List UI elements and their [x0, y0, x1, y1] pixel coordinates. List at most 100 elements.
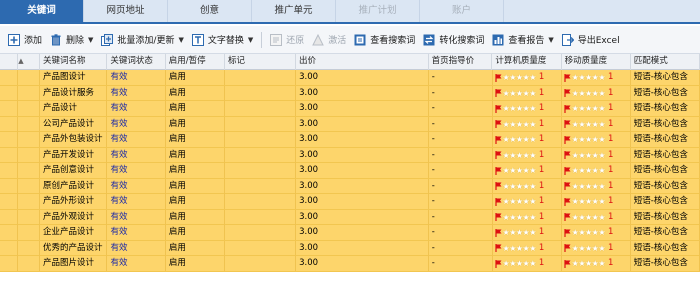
mark-value[interactable] — [225, 101, 297, 116]
keyword-name[interactable]: 公司产品设计 — [40, 116, 108, 132]
match-mode-value[interactable]: 短语-核心包含 — [631, 256, 700, 271]
activate-button[interactable]: 激活 — [308, 29, 350, 51]
table-row[interactable]: 企业产品设计 有效 启用 3.00- ★★★★★ 1 ★★★★★ 1 短语-核心包含 — [0, 225, 700, 241]
convert-search-terms-button[interactable]: 转化搜索词 — [419, 29, 488, 51]
bid-value[interactable]: 3.00 — [296, 178, 429, 194]
delete-button[interactable]: 删除 ▼ — [46, 29, 97, 51]
enable-pause-value[interactable]: 启用 — [166, 85, 226, 101]
enable-pause-value[interactable]: 启用 — [166, 194, 226, 209]
enable-pause-value[interactable]: 启用 — [166, 256, 226, 271]
keyword-name[interactable]: 产品开发设计 — [40, 147, 108, 163]
header-bid[interactable]: 出价 — [296, 54, 429, 70]
row-checkbox[interactable] — [0, 116, 19, 132]
bid-value[interactable]: 3.00 — [296, 209, 429, 225]
mark-value[interactable] — [225, 209, 297, 225]
tab-page-url[interactable]: 网页地址 — [84, 0, 168, 22]
row-checkbox[interactable] — [0, 209, 19, 225]
enable-pause-value[interactable]: 启用 — [166, 132, 226, 147]
enable-pause-value[interactable]: 启用 — [166, 209, 226, 225]
mark-value[interactable] — [225, 178, 297, 194]
bid-value[interactable]: 3.00 — [296, 163, 429, 178]
table-row[interactable]: 产品图片设计 有效 启用 3.00- ★★★★★ 1 ★★★★★ 1 短语-核心包含 — [0, 256, 700, 272]
row-checkbox[interactable] — [0, 132, 19, 147]
tab-account[interactable]: 账户 — [420, 0, 504, 22]
match-mode-value[interactable]: 短语-核心包含 — [631, 178, 700, 194]
match-mode-value[interactable]: 短语-核心包含 — [631, 147, 700, 163]
table-row[interactable]: 原创产品设计 有效 启用 3.00- ★★★★★ 1 ★★★★★ 1 短语-核心包含 — [0, 178, 700, 194]
mark-value[interactable] — [225, 256, 297, 271]
table-row[interactable]: 产品设计 有效 启用 3.00- ★★★★★ 1 ★★★★★ 1 短语-核心包含 — [0, 101, 700, 117]
view-search-terms-button[interactable]: 查看搜索词 — [350, 29, 419, 51]
tab-campaign[interactable]: 推广计划 — [336, 0, 420, 22]
bid-value[interactable]: 3.00 — [296, 85, 429, 101]
bid-value[interactable]: 3.00 — [296, 194, 429, 209]
header-keyword-status[interactable]: 关键词状态 — [107, 54, 166, 70]
match-mode-value[interactable]: 短语-核心包含 — [631, 225, 700, 240]
match-mode-value[interactable]: 短语-核心包含 — [631, 240, 700, 256]
mark-value[interactable] — [225, 116, 297, 132]
keyword-name[interactable]: 产品外形设计 — [40, 194, 108, 209]
mark-value[interactable] — [225, 240, 297, 256]
match-mode-value[interactable]: 短语-核心包含 — [631, 116, 700, 132]
match-mode-value[interactable]: 短语-核心包含 — [631, 163, 700, 178]
batch-add-button[interactable]: 批量添加/更新 ▼ — [97, 29, 187, 51]
mark-value[interactable] — [225, 85, 297, 101]
row-checkbox[interactable] — [0, 163, 19, 178]
row-checkbox[interactable] — [0, 178, 19, 194]
table-row[interactable]: 产品开发设计 有效 启用 3.00- ★★★★★ 1 ★★★★★ 1 短语-核心包含 — [0, 147, 700, 163]
table-row[interactable]: 产品创意设计 有效 启用 3.00- ★★★★★ 1 ★★★★★ 1 短语-核心包含 — [0, 163, 700, 179]
match-mode-value[interactable]: 短语-核心包含 — [631, 132, 700, 147]
table-row[interactable]: 产品外包装设计 有效 启用 3.00- ★★★★★ 1 ★★★★★ 1 短语-核心包含 — [0, 132, 700, 148]
bid-value[interactable]: 3.00 — [296, 147, 429, 163]
header-first-page-bid[interactable]: 首页指导价 — [429, 54, 493, 70]
enable-pause-value[interactable]: 启用 — [166, 225, 226, 240]
row-checkbox[interactable] — [0, 194, 19, 209]
mark-value[interactable] — [225, 70, 297, 85]
bid-value[interactable]: 3.00 — [296, 116, 429, 132]
text-replace-dropdown-icon[interactable]: ▼ — [248, 36, 253, 44]
mark-value[interactable] — [225, 194, 297, 209]
enable-pause-value[interactable]: 启用 — [166, 116, 226, 132]
row-checkbox[interactable] — [0, 147, 19, 163]
tab-keywords[interactable]: 关键词 — [0, 0, 84, 22]
enable-pause-value[interactable]: 启用 — [166, 163, 226, 178]
keyword-name[interactable]: 产品创意设计 — [40, 163, 108, 178]
export-excel-button[interactable]: 导出Excel — [558, 29, 624, 51]
keyword-name[interactable]: 优秀的产品设计 — [40, 240, 108, 256]
enable-pause-value[interactable]: 启用 — [166, 101, 226, 116]
table-row[interactable]: 产品外形设计 有效 启用 3.00- ★★★★★ 1 ★★★★★ 1 短语-核心包含 — [0, 194, 700, 210]
row-checkbox[interactable] — [0, 70, 19, 85]
mark-value[interactable] — [225, 147, 297, 163]
bid-value[interactable]: 3.00 — [296, 256, 429, 271]
batch-add-dropdown-icon[interactable]: ▼ — [178, 36, 183, 44]
enable-pause-value[interactable]: 启用 — [166, 147, 226, 163]
row-checkbox[interactable] — [0, 256, 19, 271]
keyword-name[interactable]: 企业产品设计 — [40, 225, 108, 240]
view-report-button[interactable]: 查看报告 ▼ — [488, 29, 557, 51]
row-checkbox[interactable] — [0, 225, 19, 240]
mark-value[interactable] — [225, 132, 297, 147]
table-row[interactable]: 优秀的产品设计 有效 启用 3.00- ★★★★★ 1 ★★★★★ 1 短语-核心包含 — [0, 240, 700, 256]
match-mode-value[interactable]: 短语-核心包含 — [631, 85, 700, 101]
keyword-name[interactable]: 产品外包装设计 — [40, 132, 108, 147]
enable-pause-value[interactable]: 启用 — [166, 70, 226, 85]
tab-creative[interactable]: 创意 — [168, 0, 252, 22]
bid-value[interactable]: 3.00 — [296, 240, 429, 256]
mark-value[interactable] — [225, 163, 297, 178]
table-row[interactable]: 产品设计服务 有效 启用 3.00- ★★★★★ 1 ★★★★★ 1 短语-核心包含 — [0, 85, 700, 101]
text-replace-button[interactable]: 文字替换 ▼ — [188, 29, 257, 51]
add-button[interactable]: 添加 — [4, 29, 46, 51]
table-row[interactable]: 产品图设计 有效 启用 3.00- ★★★★★ 1 ★★★★★ 1 短语-核心包含 — [0, 70, 700, 86]
tab-ad-group[interactable]: 推广单元 — [252, 0, 336, 22]
enable-pause-value[interactable]: 启用 — [166, 240, 226, 256]
enable-pause-value[interactable]: 启用 — [166, 178, 226, 194]
restore-button[interactable]: 还原 — [266, 29, 308, 51]
table-row[interactable]: 公司产品设计 有效 启用 3.00- ★★★★★ 1 ★★★★★ 1 短语-核心包含 — [0, 116, 700, 132]
bid-value[interactable]: 3.00 — [296, 101, 429, 116]
header-keyword-name[interactable]: 关键词名称 — [40, 54, 108, 70]
keyword-name[interactable]: 产品设计服务 — [40, 85, 108, 101]
match-mode-value[interactable]: 短语-核心包含 — [631, 194, 700, 209]
header-mobile-quality[interactable]: 移动质量度 — [562, 54, 631, 70]
mark-value[interactable] — [225, 225, 297, 240]
delete-dropdown-icon[interactable]: ▼ — [88, 36, 93, 44]
